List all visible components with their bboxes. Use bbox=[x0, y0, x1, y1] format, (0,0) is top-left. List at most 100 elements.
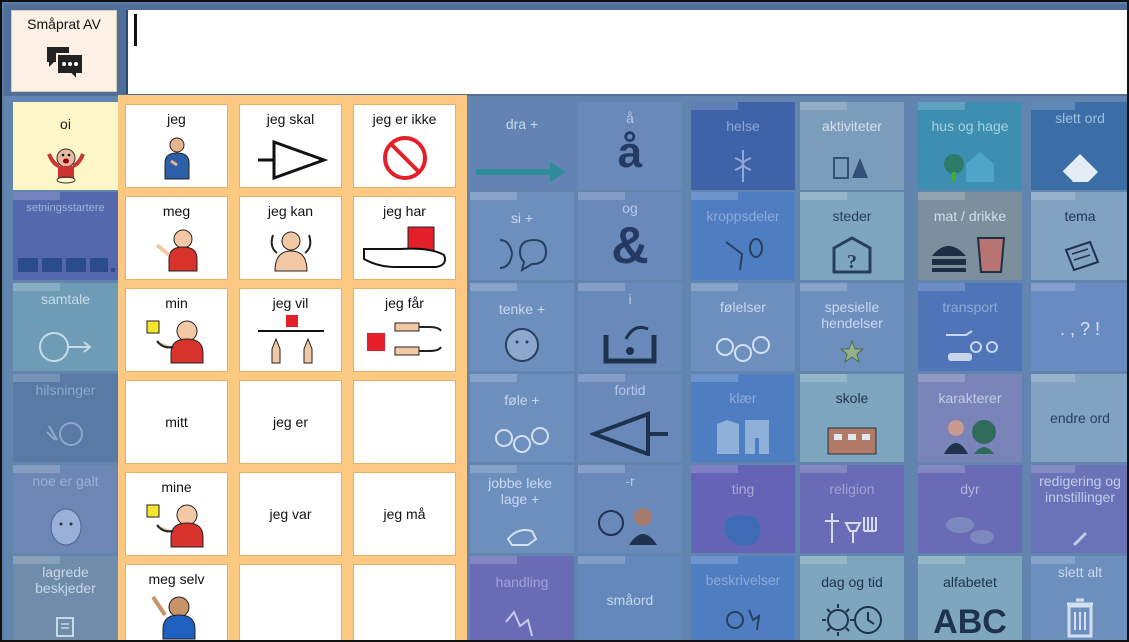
grid-cell-label: tenke + bbox=[498, 301, 546, 317]
grid-cell-smaord[interactable]: småord bbox=[578, 556, 682, 640]
grid-cell-hus-og-hage[interactable]: hus og hage bbox=[918, 102, 1022, 190]
grid-cell-tenke[interactable]: tenke + bbox=[470, 283, 574, 371]
grid-cell-endre-ord[interactable]: endre ord bbox=[1031, 374, 1127, 462]
left-cell-setningsstartere[interactable]: setningsstartere bbox=[13, 192, 118, 280]
animals-icon bbox=[946, 517, 994, 544]
popup-cell-empty-3[interactable] bbox=[353, 564, 456, 640]
grid-cell-spesielle-hendelser[interactable]: spesielle hendelser bbox=[800, 283, 904, 371]
popup-cell-label: mitt bbox=[165, 414, 188, 430]
grid-cell-karakterer[interactable]: karakterer bbox=[918, 374, 1022, 462]
grid-cell-kroppsdeler[interactable]: kroppsdeler bbox=[691, 192, 795, 280]
popup-cell-jeg[interactable]: jeg bbox=[125, 104, 228, 188]
message-input-bar[interactable] bbox=[126, 10, 1127, 94]
grid-cell-dra[interactable]: dra + bbox=[470, 102, 574, 190]
in-container-icon bbox=[603, 325, 657, 364]
grid-cell-steder[interactable]: steder ? bbox=[800, 192, 904, 280]
grid-cell-label: klær bbox=[729, 390, 757, 406]
grid-cell-beskrivelser[interactable]: beskrivelser bbox=[691, 556, 795, 640]
grid-cell-tema[interactable]: tema bbox=[1031, 192, 1127, 280]
popup-cell-jeg-vil[interactable]: jeg vil bbox=[239, 288, 342, 372]
grid-cell-helse[interactable]: helse bbox=[691, 102, 795, 190]
word-popup-panel: jeg jeg skal jeg er ikke meg jeg kan jeg… bbox=[118, 95, 467, 640]
popup-cell-label: jeg bbox=[167, 111, 186, 127]
surprised-person-icon bbox=[46, 148, 85, 184]
popup-cell-jeg-kan[interactable]: jeg kan bbox=[239, 196, 342, 280]
grid-cell-mat-drikke[interactable]: mat / drikke bbox=[918, 192, 1022, 280]
feel-faces-icon bbox=[495, 427, 549, 453]
grid-cell-skole[interactable]: skole bbox=[800, 374, 904, 462]
grid-cell-label: handling bbox=[495, 574, 549, 590]
popup-cell-label: jeg er bbox=[272, 414, 309, 430]
grid-cell-slett-alt[interactable]: slett alt bbox=[1031, 556, 1127, 640]
popup-cell-jeg-far[interactable]: jeg får bbox=[353, 288, 456, 372]
left-cell-noe-er-galt[interactable]: noe er galt bbox=[13, 465, 118, 553]
grid-cell-label: karakterer bbox=[938, 390, 1002, 406]
trash-icon bbox=[1067, 598, 1093, 638]
left-cell-oi[interactable]: oi bbox=[13, 102, 118, 190]
grid-cell-dag-og-tid[interactable]: dag og tid bbox=[800, 556, 904, 640]
descriptions-icon bbox=[726, 609, 761, 631]
grid-cell-fortid[interactable]: fortid bbox=[578, 374, 682, 462]
grid-cell-handling[interactable]: handling bbox=[470, 556, 574, 640]
smaprat-toggle-label: Småprat AV bbox=[27, 16, 101, 32]
grid-cell-dyr[interactable]: dyr bbox=[918, 465, 1022, 553]
food-drink-icon bbox=[932, 237, 1006, 273]
popup-cell-empty-1[interactable] bbox=[353, 380, 456, 464]
future-tense-icon bbox=[257, 139, 328, 181]
popup-cell-jeg-har[interactable]: jeg har bbox=[353, 196, 456, 280]
grid-cell-label: dra + bbox=[505, 116, 539, 132]
grid-cell-aa[interactable]: å å bbox=[578, 102, 682, 190]
grid-cell-label: endre ord bbox=[1050, 410, 1110, 426]
blob-icon bbox=[724, 515, 761, 546]
vehicles-icon bbox=[946, 330, 998, 361]
popup-cell-jeg-skal[interactable]: jeg skal bbox=[239, 104, 342, 188]
grid-cell-jobbe-leke-lage[interactable]: jobbe leke lage + bbox=[470, 465, 574, 553]
grid-cell-aktiviteter[interactable]: aktiviteter bbox=[800, 102, 904, 190]
clothes-icon bbox=[717, 420, 769, 454]
saved-note-icon bbox=[55, 617, 74, 637]
grid-cell-religion[interactable]: religion bbox=[800, 465, 904, 553]
popup-cell-label: jeg er ikke bbox=[372, 111, 437, 127]
body-parts-icon bbox=[725, 238, 763, 271]
popup-cell-meg[interactable]: meg bbox=[125, 196, 228, 280]
thinking-face-icon bbox=[505, 328, 539, 362]
grid-cell-alfabetet[interactable]: alfabetet ABC bbox=[918, 556, 1022, 640]
grid-cell-label: spesielle hendelser bbox=[821, 299, 883, 331]
popup-cell-label: meg bbox=[162, 203, 191, 219]
characters-icon bbox=[944, 420, 996, 454]
popup-cell-jeg-er-ikke[interactable]: jeg er ikke bbox=[353, 104, 456, 188]
left-cell-samtale[interactable]: samtale bbox=[13, 283, 118, 371]
grid-cell-label: i bbox=[628, 291, 632, 307]
grid-cell-label: -r bbox=[625, 473, 635, 489]
popup-cell-meg-selv[interactable]: meg selv bbox=[125, 564, 228, 640]
grid-cell-folelser[interactable]: følelser bbox=[691, 283, 795, 371]
popup-cell-jeg-var[interactable]: jeg var bbox=[239, 472, 342, 556]
grid-cell-redigering[interactable]: redigering og innstillinger bbox=[1031, 465, 1127, 553]
popup-cell-mitt[interactable]: mitt bbox=[125, 380, 228, 464]
grid-cell-label: kroppsdeler bbox=[706, 208, 780, 224]
hand-holding-box-icon bbox=[362, 226, 446, 268]
grid-cell-klaer[interactable]: klær bbox=[691, 374, 795, 462]
left-cell-lagrede-beskjeder[interactable]: lagrede beskjeder bbox=[13, 556, 118, 640]
grid-cell-slett-ord[interactable]: slett ord bbox=[1031, 102, 1127, 190]
left-cell-hilsninger[interactable]: hilsninger bbox=[13, 374, 118, 462]
grid-cell-og[interactable]: og & bbox=[578, 192, 682, 280]
popup-cell-min[interactable]: min bbox=[125, 288, 228, 372]
person-pointing-self-icon bbox=[164, 137, 189, 180]
popup-cell-mine[interactable]: mine bbox=[125, 472, 228, 556]
popup-cell-empty-2[interactable] bbox=[239, 564, 342, 640]
grid-cell-ting[interactable]: ting bbox=[691, 465, 795, 553]
smaprat-toggle-button[interactable]: Småprat AV bbox=[11, 10, 117, 92]
grid-cell-label: slett alt bbox=[1057, 564, 1103, 580]
grid-cell-i[interactable]: i bbox=[578, 283, 682, 371]
grid-cell-si[interactable]: si + bbox=[470, 192, 574, 280]
grid-cell-label: si + bbox=[510, 210, 534, 226]
left-cell-label: oi bbox=[60, 116, 71, 132]
grid-cell-fole[interactable]: føle + bbox=[470, 374, 574, 462]
grid-cell-punctuation[interactable]: . , ? ! bbox=[1031, 283, 1127, 371]
popup-cell-label: mine bbox=[161, 479, 192, 495]
grid-cell-r[interactable]: -r bbox=[578, 465, 682, 553]
grid-cell-transport[interactable]: transport bbox=[918, 283, 1022, 371]
popup-cell-jeg-er[interactable]: jeg er bbox=[239, 380, 342, 464]
popup-cell-jeg-ma[interactable]: jeg må bbox=[353, 472, 456, 556]
